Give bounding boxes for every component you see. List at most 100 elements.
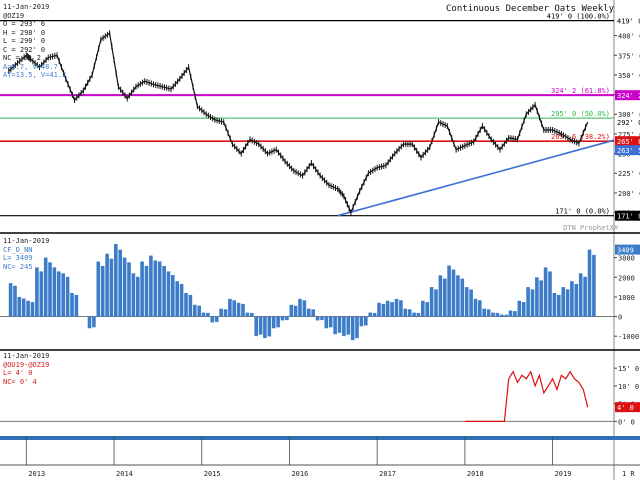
cot-bar bbox=[478, 300, 482, 317]
cot-bar bbox=[429, 287, 434, 317]
cot-bar bbox=[552, 293, 557, 317]
cot-bar bbox=[17, 296, 22, 317]
cot-legend: 11-Jan-2019 CF_O_NN L= 3409 NC= 245 bbox=[3, 237, 49, 271]
cot-bar bbox=[342, 316, 346, 337]
cot-bar bbox=[469, 289, 473, 317]
cot-stat-last: L= 3409 bbox=[3, 254, 33, 262]
spread-y-tick-label: 10' 0 bbox=[618, 383, 639, 391]
cot-bar bbox=[320, 316, 324, 321]
cot-bar bbox=[214, 316, 219, 322]
cot-bar bbox=[118, 249, 122, 317]
price-y-tick-label: 225' 0 bbox=[618, 170, 640, 178]
cot-y-tick-label: -1000 bbox=[618, 333, 639, 341]
cot-bar bbox=[565, 289, 570, 317]
spread-date: 11-Jan-2019 bbox=[3, 352, 50, 360]
price-stat-close: C = 292' 0 bbox=[3, 45, 46, 54]
cot-bar bbox=[482, 308, 486, 317]
tag-cot: 3409 bbox=[617, 247, 634, 255]
spread-panel: 15' 010' 05' 00' 04' 0 bbox=[0, 349, 640, 426]
price-stat-open: O = 293' 6 bbox=[3, 20, 46, 28]
cot-bar bbox=[504, 314, 508, 317]
spread-symbol: @OU19-@OZ19 bbox=[3, 360, 50, 369]
cot-bar bbox=[473, 298, 478, 317]
tag-fib618: 324' 2 bbox=[617, 92, 640, 100]
price-symbol: @OZ19 bbox=[3, 11, 25, 20]
x-tick-label: 2019 bbox=[555, 470, 572, 478]
cot-bar bbox=[530, 289, 535, 317]
cot-bar bbox=[583, 276, 587, 317]
cot-bar bbox=[263, 316, 267, 339]
fib-0-line-label: 171' 0 (0.0%) bbox=[555, 208, 610, 216]
watermark: DTN ProphetX® bbox=[563, 224, 618, 232]
cot-bar bbox=[500, 314, 504, 317]
cot-bar bbox=[100, 265, 105, 317]
cot-y-tick-label: 3000 bbox=[618, 255, 635, 263]
cot-bar bbox=[74, 294, 79, 317]
cot-bar bbox=[381, 303, 386, 317]
cot-symbol: CF_O_NN bbox=[3, 245, 33, 254]
cot-bar bbox=[206, 312, 210, 317]
cot-bar bbox=[539, 280, 543, 317]
tag-trend: 263' 5 bbox=[617, 147, 640, 155]
cot-bar bbox=[153, 260, 158, 317]
cot-bar bbox=[96, 261, 101, 317]
cot-bar bbox=[210, 316, 215, 323]
price-stat-change: NC = 0' 2 bbox=[3, 54, 41, 62]
cot-bar bbox=[526, 287, 530, 317]
cot-bar bbox=[460, 278, 465, 317]
spread-y-tick-label: 15' 0 bbox=[618, 365, 639, 373]
cot-bar bbox=[136, 276, 140, 317]
cot-bar bbox=[144, 265, 149, 317]
cot-bar bbox=[587, 249, 592, 317]
chart-canvas: 419' 0 (100.0%)324' 2 (61.8%)295' 0 (50.… bbox=[0, 0, 640, 480]
cot-bar bbox=[421, 300, 425, 317]
cot-bar bbox=[65, 276, 70, 317]
cot-bar bbox=[491, 312, 495, 317]
cot-bar bbox=[241, 303, 245, 317]
cot-stat-change: NC= 245 bbox=[3, 262, 33, 271]
cot-bar bbox=[232, 300, 236, 317]
fib-618-line-label: 324' 2 (61.8%) bbox=[551, 87, 610, 95]
cot-bar bbox=[87, 316, 92, 329]
cot-bar bbox=[201, 312, 206, 317]
cot-bar bbox=[337, 316, 342, 333]
cot-bar bbox=[293, 305, 298, 317]
cot-bar bbox=[399, 300, 403, 317]
cot-bar bbox=[280, 316, 285, 321]
price-y-tick-label: 375' 0 bbox=[618, 52, 640, 60]
cot-bar bbox=[157, 261, 162, 317]
cot-bar bbox=[127, 262, 131, 317]
cot-bar bbox=[57, 271, 61, 317]
tag-fib100: 419' 0 bbox=[617, 18, 640, 26]
cot-bar bbox=[561, 287, 565, 317]
cot-bar bbox=[377, 302, 381, 317]
cot-bar bbox=[359, 316, 364, 327]
x-tick-label: 2017 bbox=[379, 470, 396, 478]
cot-bar bbox=[289, 304, 294, 317]
cot-bar bbox=[385, 300, 390, 317]
cot-bar bbox=[592, 254, 596, 317]
cot-bar bbox=[254, 316, 258, 337]
cot-bar bbox=[425, 302, 429, 317]
x-tick-label: 2015 bbox=[204, 470, 221, 478]
cot-bar bbox=[52, 267, 57, 317]
cot-bar bbox=[328, 316, 333, 328]
cot-bar bbox=[236, 302, 241, 317]
cot-bar bbox=[193, 304, 197, 317]
cot-bar bbox=[578, 273, 583, 317]
cot-bar bbox=[39, 271, 44, 317]
cot-bar bbox=[179, 284, 184, 317]
price-y-tick-label: 200' 0 bbox=[618, 190, 640, 198]
spread-stat-last: L= 4' 0 bbox=[3, 369, 33, 377]
cot-bar bbox=[403, 308, 408, 317]
cot-bar bbox=[456, 275, 460, 317]
cot-bar bbox=[271, 316, 276, 329]
spread-stat-change: NC= 0' 4 bbox=[3, 377, 37, 386]
price-stat-low: L = 290' 0 bbox=[3, 37, 46, 45]
cot-bar bbox=[407, 309, 412, 317]
x-tick-label: 2018 bbox=[467, 470, 484, 478]
cot-bar bbox=[175, 281, 179, 317]
cot-bar bbox=[464, 287, 469, 317]
cot-bar bbox=[315, 316, 320, 321]
cot-bar bbox=[447, 265, 451, 317]
